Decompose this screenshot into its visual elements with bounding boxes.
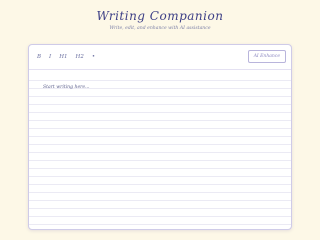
bullet-list-button[interactable]: •	[92, 54, 95, 60]
editor-panel: B I H1 H2 • AI Enhance Start writing her…	[28, 44, 292, 230]
italic-button[interactable]: I	[49, 54, 51, 60]
bold-button[interactable]: B	[37, 54, 41, 60]
page-title: Writing Companion	[96, 9, 224, 23]
heading1-button[interactable]: H1	[59, 54, 67, 60]
editor-text-area[interactable]: Start writing here...	[29, 70, 291, 229]
heading2-button[interactable]: H2	[76, 54, 84, 60]
formatting-toolbar: B I H1 H2 • AI Enhance	[29, 45, 291, 70]
page-subtitle: Write, edit, and enhance with AI assista…	[109, 26, 211, 31]
ai-enhance-button[interactable]: AI Enhance	[247, 50, 286, 63]
editor-placeholder: Start writing here...	[43, 85, 90, 90]
page-header: Writing Companion Write, edit, and enhan…	[0, 9, 320, 32]
